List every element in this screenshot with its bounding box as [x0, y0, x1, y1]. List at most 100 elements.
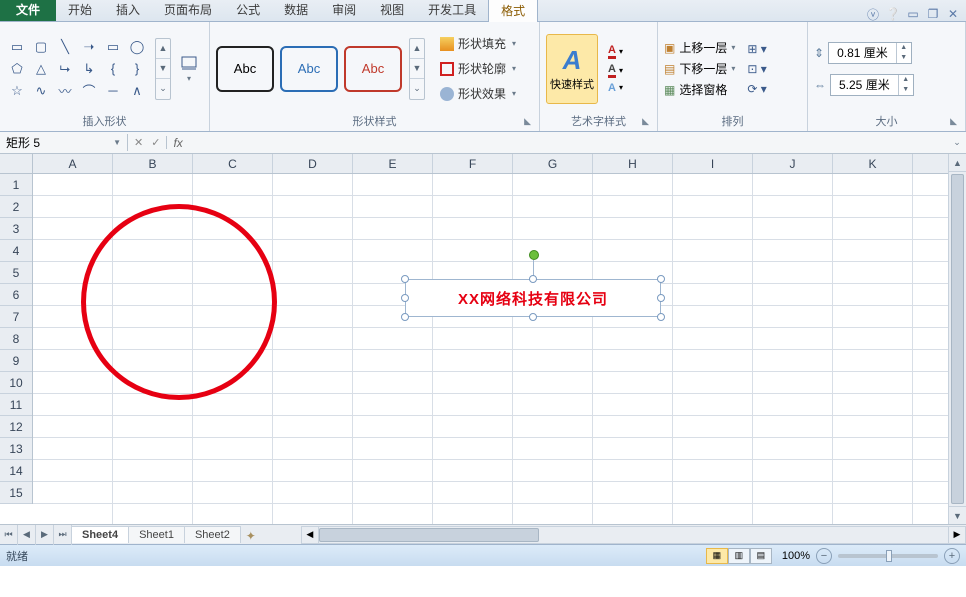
row-header[interactable]: 3	[0, 218, 32, 240]
row-header[interactable]: 10	[0, 372, 32, 394]
shape-arrow-icon[interactable]: ➝	[78, 37, 100, 57]
hscroll-thumb[interactable]	[319, 528, 539, 542]
col-header[interactable]: H	[593, 154, 673, 173]
row-header[interactable]: 13	[0, 438, 32, 460]
tab-start[interactable]: 开始	[56, 0, 104, 21]
row-header[interactable]: 14	[0, 460, 32, 482]
shape-effects-button[interactable]: 形状效果 ▾	[437, 83, 519, 104]
tab-format[interactable]: 格式	[488, 0, 538, 22]
accept-formula-icon[interactable]: ✓	[151, 136, 160, 149]
shape-line-icon[interactable]: ╲	[54, 37, 76, 57]
col-header[interactable]: D	[273, 154, 353, 173]
gallery-up-icon[interactable]: ▲	[156, 39, 170, 59]
sheet-nav-first-icon[interactable]: ⏮	[0, 525, 18, 545]
view-page-layout-icon[interactable]: ▥	[728, 548, 750, 564]
shape-star-icon[interactable]: ☆	[6, 81, 28, 101]
shape-free-icon[interactable]: 〰	[54, 81, 76, 101]
insert-sheet-icon[interactable]: ✦	[241, 529, 261, 543]
tab-dev[interactable]: 开发工具	[416, 0, 488, 21]
edit-shape-button[interactable]: ▾	[179, 54, 199, 83]
shape-rect2-icon[interactable]: ▭	[102, 37, 124, 57]
handle-bc[interactable]	[529, 313, 537, 321]
text-effects-button[interactable]: A▾	[608, 82, 623, 94]
row-header[interactable]: 7	[0, 306, 32, 328]
tab-review[interactable]: 审阅	[320, 0, 368, 21]
vscroll-up-icon[interactable]: ▲	[949, 154, 966, 172]
quick-style-button[interactable]: A 快速样式	[546, 34, 598, 104]
shape-brace2-icon[interactable]: }	[126, 59, 148, 79]
col-header[interactable]: E	[353, 154, 433, 173]
shape-rect-icon[interactable]: ▭	[6, 37, 28, 57]
fx-icon[interactable]: fx	[167, 136, 188, 150]
col-header[interactable]: K	[833, 154, 913, 173]
shape-curve-icon[interactable]: ∿	[30, 81, 52, 101]
shape-gallery[interactable]: ▭ ▢ ╲ ➝ ▭ ◯ ⬠ △ ⮡ ↳ { } ☆ ∿ 〰 ⌒ ─ ∧	[6, 37, 148, 101]
sheet-nav-last-icon[interactable]: ⏭	[54, 525, 72, 545]
textbox-shape[interactable]: XX网络科技有限公司	[405, 279, 661, 317]
col-header[interactable]: J	[753, 154, 833, 173]
rotation-handle[interactable]	[529, 250, 539, 260]
handle-bl[interactable]	[401, 313, 409, 321]
shape-tri-icon[interactable]: △	[30, 59, 52, 79]
style-up-icon[interactable]: ▲	[410, 39, 424, 59]
handle-tc[interactable]	[529, 275, 537, 283]
vscroll-down-icon[interactable]: ▼	[949, 506, 966, 524]
minimize-ribbon-icon[interactable]: ⓥ	[866, 7, 880, 21]
row-header[interactable]: 9	[0, 350, 32, 372]
zoom-slider[interactable]	[838, 554, 938, 558]
shape-oval-icon[interactable]: ◯	[126, 37, 148, 57]
shape-outline-button[interactable]: 形状轮廓 ▾	[437, 58, 519, 79]
col-header[interactable]: F	[433, 154, 513, 173]
handle-ml[interactable]	[401, 294, 409, 302]
row-header[interactable]: 8	[0, 328, 32, 350]
sheet-nav-next-icon[interactable]: ▶	[36, 525, 54, 545]
col-header[interactable]: C	[193, 154, 273, 173]
zoom-knob[interactable]	[886, 550, 892, 562]
row-header[interactable]: 4	[0, 240, 32, 262]
group-shapes-button[interactable]: ⊡ ▾	[747, 62, 766, 76]
size-dialog-icon[interactable]: ◣	[950, 116, 957, 127]
view-normal-icon[interactable]: ▦	[706, 548, 728, 564]
view-page-break-icon[interactable]: ▤	[750, 548, 772, 564]
cancel-formula-icon[interactable]: ✕	[134, 136, 143, 149]
col-header[interactable]: B	[113, 154, 193, 173]
zoom-in-button[interactable]: +	[944, 548, 960, 564]
shape-conn-icon[interactable]: ↳	[78, 59, 100, 79]
height-down-icon[interactable]: ▼	[897, 53, 911, 63]
hscroll-right-icon[interactable]: ▶	[948, 526, 966, 544]
hscroll-left-icon[interactable]: ◀	[301, 526, 319, 544]
shape-hex-icon[interactable]: ⬠	[6, 59, 28, 79]
row-header[interactable]: 5	[0, 262, 32, 284]
align-button[interactable]: ⊞ ▾	[747, 42, 766, 56]
row-header[interactable]: 11	[0, 394, 32, 416]
shape-fill-button[interactable]: 形状填充 ▾	[437, 33, 519, 54]
col-header[interactable]: I	[673, 154, 753, 173]
tab-page-layout[interactable]: 页面布局	[152, 0, 224, 21]
cells-area[interactable]: XX网络科技有限公司	[33, 174, 948, 524]
handle-tr[interactable]	[657, 275, 665, 283]
handle-mr[interactable]	[657, 294, 665, 302]
row-header[interactable]: 6	[0, 284, 32, 306]
tab-file[interactable]: 文件	[0, 0, 56, 21]
tab-insert[interactable]: 插入	[104, 0, 152, 21]
row-header[interactable]: 15	[0, 482, 32, 504]
width-down-icon[interactable]: ▼	[899, 85, 913, 95]
row-header[interactable]: 2	[0, 196, 32, 218]
row-header[interactable]: 12	[0, 416, 32, 438]
handle-tl[interactable]	[401, 275, 409, 283]
wordart-dialog-icon[interactable]: ◣	[642, 116, 649, 127]
height-input[interactable]: 0.81 厘米 ▲▼	[828, 42, 912, 64]
style-gallery[interactable]: Abc Abc Abc	[216, 46, 402, 92]
style-down-icon[interactable]: ▼	[410, 59, 424, 79]
send-backward-button[interactable]: ▤ 下移一层▾	[664, 60, 735, 77]
sheet-nav-prev-icon[interactable]: ◀	[18, 525, 36, 545]
shape-brace-icon[interactable]: {	[102, 59, 124, 79]
col-header[interactable]: A	[33, 154, 113, 173]
text-fill-button[interactable]: A▾	[608, 44, 623, 59]
name-box[interactable]: 矩形 5 ▼	[0, 134, 128, 151]
width-up-icon[interactable]: ▲	[899, 75, 913, 85]
rotate-button[interactable]: ⟳ ▾	[747, 82, 766, 96]
window-minimize-icon[interactable]: ▭	[906, 7, 920, 21]
bring-forward-button[interactable]: ▣ 上移一层▾	[664, 39, 735, 56]
shape-elbow-icon[interactable]: ⮡	[54, 59, 76, 79]
